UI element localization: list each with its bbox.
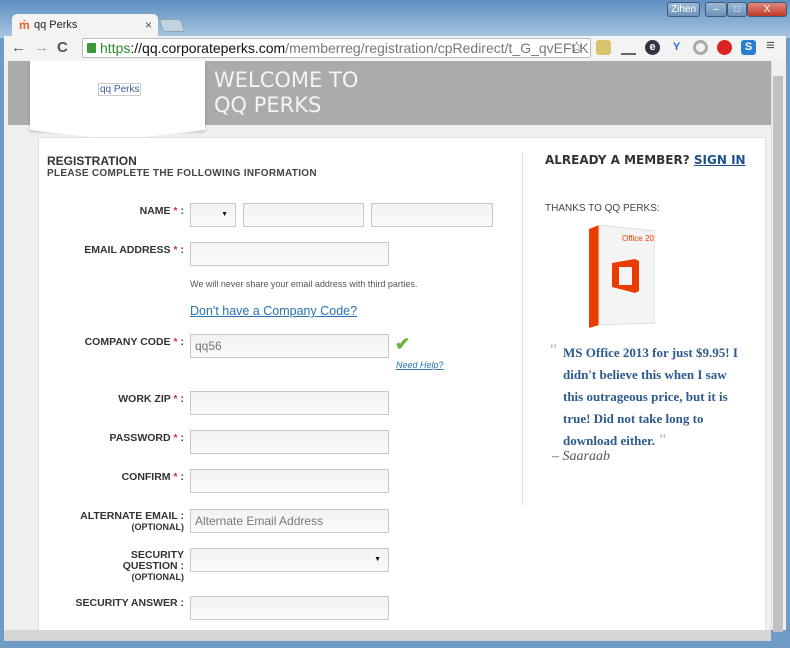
title-select[interactable] xyxy=(190,203,236,227)
testimonial-quote: " MS Office 2013 for just $9.95! I didn't… xyxy=(549,342,738,449)
company-code-input[interactable]: qq56 xyxy=(190,334,389,358)
security-answer-input[interactable] xyxy=(190,596,389,620)
extension-opera-icon[interactable] xyxy=(717,40,732,55)
maximize-button[interactable]: □ xyxy=(727,2,747,17)
back-button[interactable]: ← xyxy=(11,39,26,56)
browser-tab[interactable]: ṁ qq Perks × xyxy=(12,14,158,38)
close-window-button[interactable]: X xyxy=(747,2,787,17)
vertical-scrollbar-thumb[interactable] xyxy=(773,76,783,632)
already-member: ALREADY A MEMBER? SIGN IN xyxy=(545,153,746,167)
alternate-email-label: ALTERNATE EMAIL : (OPTIONAL) xyxy=(80,510,184,533)
site-logo[interactable]: qq Perks xyxy=(98,83,142,96)
extension-s-icon[interactable]: S xyxy=(741,40,756,55)
work-zip-input[interactable] xyxy=(190,391,389,415)
no-company-code-link[interactable]: Don't have a Company Code? xyxy=(190,304,357,318)
security-question-label: SECURITY QUESTION : (OPTIONAL) xyxy=(122,549,184,583)
work-zip-label: WORK ZIP * : xyxy=(118,393,184,405)
minimize-button[interactable]: – xyxy=(705,2,727,17)
extension-e-icon[interactable]: e xyxy=(645,40,660,55)
confirm-password-input[interactable] xyxy=(190,469,389,493)
site-favicon: ṁ xyxy=(19,18,30,32)
email-note: We will never share your email address w… xyxy=(190,279,418,289)
confirm-label: CONFIRM * : xyxy=(121,471,184,483)
address-bar[interactable]: https://qq.corporateperks.com/memberreg/… xyxy=(82,38,591,58)
alternate-email-input[interactable]: Alternate Email Address xyxy=(190,509,389,533)
reload-button[interactable]: C xyxy=(57,39,68,56)
tab-title: qq Perks xyxy=(34,19,78,31)
browser-toolbar: ← → C https://qq.corporateperks.com/memb… xyxy=(4,36,786,61)
email-input[interactable] xyxy=(190,242,389,266)
web-page: qq Perks WELCOME TO QQ PERKS REGISTRATION… xyxy=(4,61,771,630)
lock-icon xyxy=(87,43,96,53)
valid-check-icon: ✔ xyxy=(395,334,411,354)
thanks-heading: THANKS TO QQ PERKS: xyxy=(545,203,660,214)
first-name-input[interactable] xyxy=(243,203,364,227)
email-label: EMAIL ADDRESS * : xyxy=(84,244,184,256)
password-input[interactable] xyxy=(190,430,389,454)
svg-text:Office 2013: Office 2013 xyxy=(622,234,655,243)
form-title: REGISTRATION xyxy=(47,154,137,168)
sign-in-link[interactable]: SIGN IN xyxy=(694,153,746,167)
security-answer-label: SECURITY ANSWER : xyxy=(75,597,184,609)
user-profile-button[interactable]: Zihen xyxy=(667,2,700,17)
welcome-heading: WELCOME TO QQ PERKS xyxy=(214,68,359,117)
tab-close-button[interactable]: × xyxy=(145,14,152,36)
extension-image-icon[interactable] xyxy=(596,40,611,55)
security-question-select[interactable] xyxy=(190,548,389,572)
extension-y-icon[interactable]: Y xyxy=(669,40,684,55)
name-label: NAME * : xyxy=(139,205,184,217)
last-name-input[interactable] xyxy=(371,203,493,227)
form-subtitle: PLEASE COMPLETE THE FOLLOWING INFORMATIO… xyxy=(47,168,317,179)
new-tab-button[interactable] xyxy=(158,19,186,32)
bookmark-star-icon[interactable]: ☆ xyxy=(570,38,583,56)
testimonial-author: – Saaraab xyxy=(552,449,610,464)
password-label: PASSWORD * : xyxy=(109,432,185,444)
column-divider xyxy=(522,152,523,505)
need-help-link[interactable]: Need Help? xyxy=(396,360,444,370)
forward-button[interactable]: → xyxy=(34,39,49,56)
extension-circle-icon[interactable] xyxy=(693,40,708,55)
office-2013-box-image: Office 2013 xyxy=(589,225,655,328)
horizontal-scrollbar[interactable] xyxy=(4,630,771,641)
menu-icon[interactable]: ≡ xyxy=(766,37,775,54)
extension-download-icon[interactable] xyxy=(621,40,636,55)
company-code-label: COMPANY CODE * : xyxy=(84,336,184,348)
